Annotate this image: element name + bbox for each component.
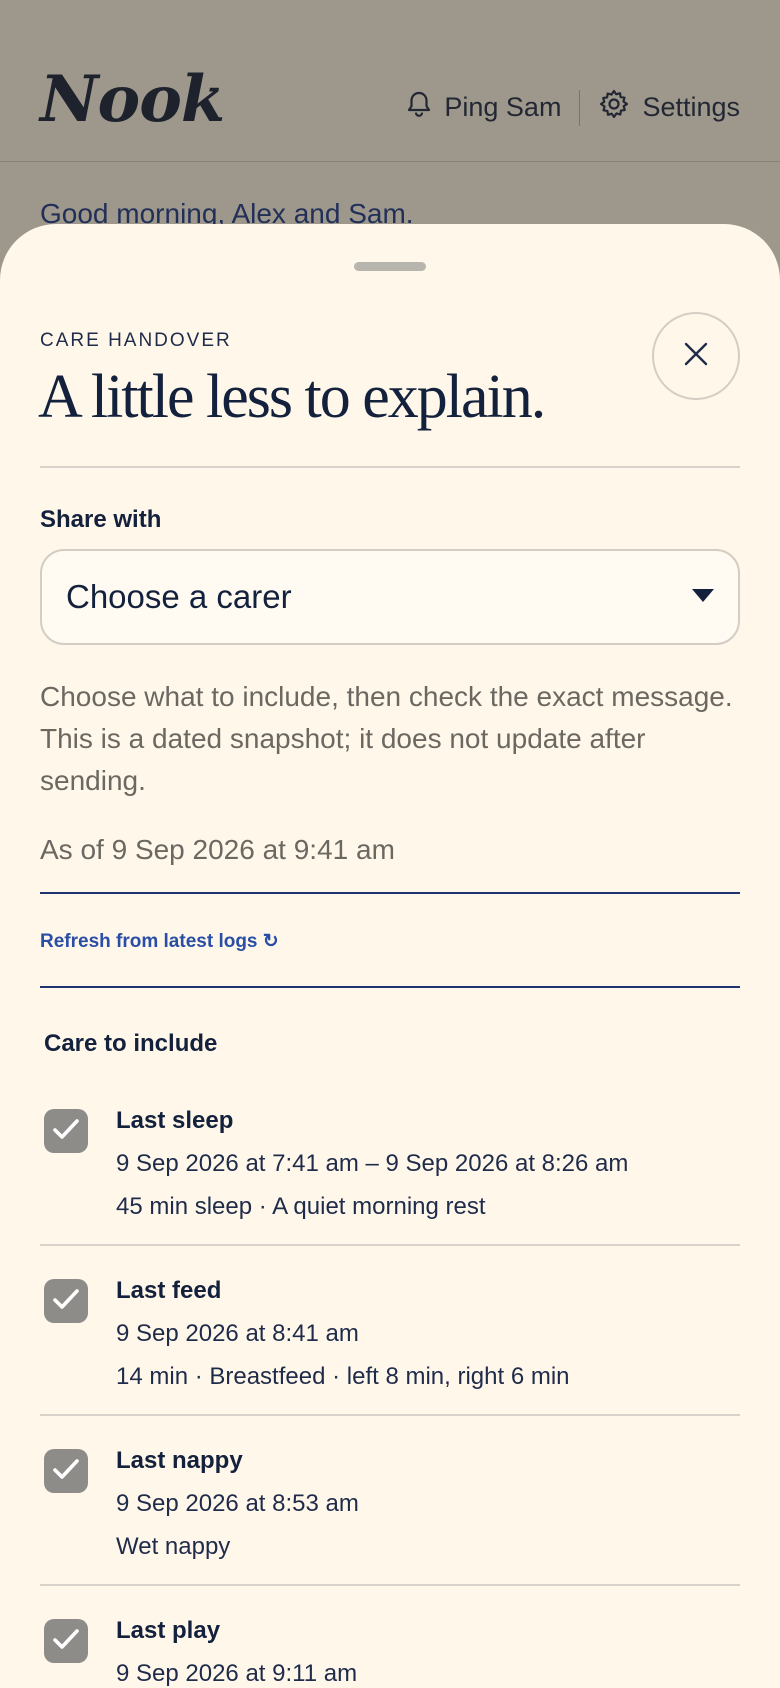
checkmark-icon <box>52 1627 80 1655</box>
care-item-play[interactable]: Last play 9 Sep 2026 at 9:11 am <box>40 1586 740 1688</box>
chevron-down-icon <box>692 588 714 607</box>
care-item-detail: 14 min · Breastfeed · left 8 min, right … <box>116 1363 570 1390</box>
care-item-title: Last nappy <box>116 1447 243 1474</box>
care-handover-sheet: CARE HANDOVER A little less to explain. … <box>0 224 780 1688</box>
care-item-time: 9 Sep 2026 at 9:11 am <box>116 1660 358 1687</box>
snapshot-timestamp: As of 9 Sep 2026 at 9:41 am <box>40 834 395 865</box>
care-item-detail: Wet nappy <box>116 1533 231 1560</box>
care-checkbox[interactable] <box>44 1619 88 1663</box>
care-item-text: Last feed 9 Sep 2026 at 8:41 am 14 min ·… <box>116 1274 740 1394</box>
sheet-grabber[interactable] <box>354 262 426 271</box>
carer-select-value: Choose a carer <box>66 578 292 615</box>
care-list: Last sleep 9 Sep 2026 at 7:41 am – 9 Sep… <box>40 1076 740 1688</box>
care-checkbox[interactable] <box>44 1109 88 1153</box>
care-item-time: 9 Sep 2026 at 8:41 am <box>116 1320 359 1347</box>
help-text: Choose what to include, then check the e… <box>40 681 733 796</box>
care-item-title: Last feed <box>116 1277 222 1304</box>
close-button[interactable] <box>652 312 740 400</box>
checkmark-icon <box>52 1117 80 1145</box>
care-item-time: 9 Sep 2026 at 8:53 am <box>116 1490 359 1517</box>
care-item-sleep[interactable]: Last sleep 9 Sep 2026 at 7:41 am – 9 Sep… <box>40 1076 740 1246</box>
care-item-text: Last nappy 9 Sep 2026 at 8:53 am Wet nap… <box>116 1444 740 1564</box>
care-item-feed[interactable]: Last feed 9 Sep 2026 at 8:41 am 14 min ·… <box>40 1246 740 1416</box>
refresh-link[interactable]: Refresh from latest logs ↻ <box>40 930 279 953</box>
refresh-divider-bottom <box>40 986 740 988</box>
sheet-eyebrow: CARE HANDOVER <box>40 330 232 351</box>
checkmark-icon <box>52 1287 80 1315</box>
care-section-title: Care to include <box>44 1030 218 1057</box>
care-item-time: 9 Sep 2026 at 7:41 am – 9 Sep 2026 at 8:… <box>116 1150 629 1177</box>
share-with-label: Share with <box>40 506 162 533</box>
checkmark-icon <box>52 1457 80 1485</box>
refresh-divider-top <box>40 892 740 894</box>
care-item-text: Last play 9 Sep 2026 at 9:11 am <box>116 1614 740 1688</box>
care-item-title: Last play <box>116 1617 221 1644</box>
care-checkbox[interactable] <box>44 1279 88 1323</box>
title-divider <box>40 466 740 468</box>
care-checkbox[interactable] <box>44 1449 88 1493</box>
care-item-text: Last sleep 9 Sep 2026 at 7:41 am – 9 Sep… <box>116 1104 740 1224</box>
close-icon <box>683 341 709 371</box>
care-item-nappy[interactable]: Last nappy 9 Sep 2026 at 8:53 am Wet nap… <box>40 1416 740 1586</box>
care-item-title: Last sleep <box>116 1107 234 1134</box>
care-item-detail: 45 min sleep · A quiet morning rest <box>116 1193 486 1220</box>
sheet-title: A little less to explain. <box>38 363 546 431</box>
carer-select[interactable]: Choose a carer <box>40 549 740 645</box>
